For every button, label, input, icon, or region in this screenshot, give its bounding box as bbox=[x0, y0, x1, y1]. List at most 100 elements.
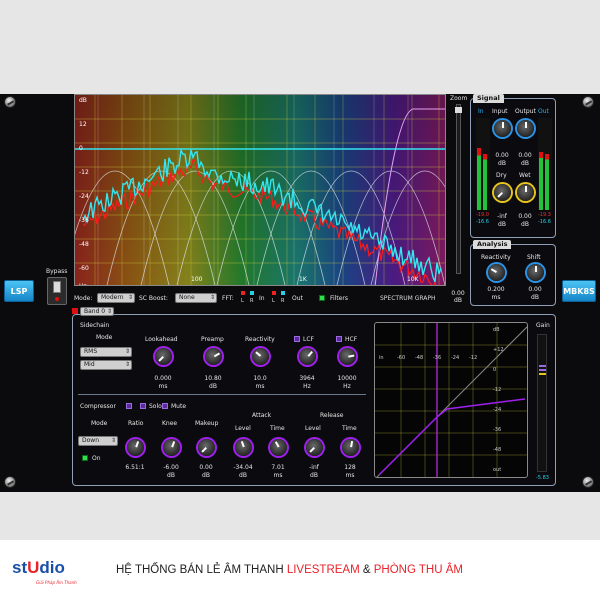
input-knob[interactable] bbox=[494, 120, 511, 137]
release-time-knob[interactable] bbox=[342, 439, 359, 456]
logo-st: st bbox=[12, 558, 28, 577]
hcf-label: HCF bbox=[345, 336, 358, 343]
compressor-enable-checkbox[interactable] bbox=[126, 403, 132, 409]
spec-y-tick: dB bbox=[79, 97, 87, 104]
lcf-checkbox[interactable] bbox=[294, 336, 300, 342]
zoom-slider[interactable] bbox=[455, 104, 462, 274]
solo-checkbox[interactable] bbox=[140, 403, 146, 409]
sidechain-label: Sidechain bbox=[80, 322, 110, 329]
spec-y-tick: 0 bbox=[79, 145, 83, 152]
fft-out-l-toggle[interactable] bbox=[272, 291, 276, 295]
spec-y-tick: -36 bbox=[79, 217, 89, 224]
analysis-shift-value: 0.00 bbox=[528, 286, 542, 293]
reactivity-value: 10.0 bbox=[253, 375, 267, 382]
attack-time-knob[interactable] bbox=[270, 439, 287, 456]
footer-slogan: HỆ THỐNG BÁN LẺ ÂM THANH LIVESTREAM & PH… bbox=[116, 564, 463, 576]
analysis-reactivity-label: Reactivity bbox=[481, 254, 511, 261]
hcf-unit: Hz bbox=[343, 383, 351, 390]
screw-icon bbox=[582, 96, 594, 108]
mode-label: Mode: bbox=[74, 295, 93, 302]
lsp-logo-button[interactable]: LSP bbox=[4, 280, 34, 302]
fft-in-l-toggle[interactable] bbox=[241, 291, 245, 295]
output-unit: dB bbox=[521, 160, 529, 167]
sc-source-select[interactable]: Mid bbox=[80, 360, 132, 370]
preamp-value: 10.80 bbox=[204, 375, 222, 382]
analysis-shift-knob[interactable] bbox=[527, 264, 544, 281]
wet-label: Wet bbox=[519, 172, 531, 179]
curve-y-tick: -12 bbox=[493, 387, 501, 393]
fft-in-label: In bbox=[259, 295, 265, 302]
attack-level-knob[interactable] bbox=[235, 439, 252, 456]
spectrum-graph[interactable]: dB 12 0 -12 -24 -36 -48 -60 Hz 100 1K 10K bbox=[74, 94, 446, 286]
hcf-knob[interactable] bbox=[339, 348, 356, 365]
spec-x-tick: 100 bbox=[191, 276, 203, 283]
compressor-label: Compressor bbox=[80, 403, 116, 410]
makeup-knob[interactable] bbox=[198, 439, 215, 456]
mode-select[interactable]: Modern bbox=[97, 293, 135, 303]
attack-level-value: -34.04 bbox=[233, 464, 253, 471]
analysis-reactivity-unit: ms bbox=[491, 294, 501, 301]
gain-meter bbox=[537, 334, 547, 472]
output-knob[interactable] bbox=[517, 120, 534, 137]
release-time-value: 128 bbox=[344, 464, 356, 471]
lookahead-knob[interactable] bbox=[155, 348, 172, 365]
fft-out-r-toggle[interactable] bbox=[281, 291, 285, 295]
lcf-value: 3964 bbox=[299, 375, 315, 382]
preamp-knob[interactable] bbox=[205, 348, 222, 365]
ratio-knob[interactable] bbox=[127, 439, 144, 456]
fft-l-label: L bbox=[272, 298, 275, 304]
plugin-id-button[interactable]: MBK8S bbox=[562, 280, 596, 302]
spec-x-tick: 1K bbox=[299, 276, 308, 283]
output-value: 0.00 bbox=[518, 152, 532, 159]
reactivity-knob[interactable] bbox=[252, 348, 269, 365]
ratio-value: 6.51:1 bbox=[125, 464, 145, 471]
dry-label: Dry bbox=[496, 172, 507, 179]
curve-x-tick: -48 bbox=[415, 355, 423, 361]
lcf-unit: Hz bbox=[303, 383, 311, 390]
curve-y-tick: out bbox=[493, 467, 501, 473]
curve-x-tick: -24 bbox=[451, 355, 459, 361]
comp-mode-select[interactable]: Down bbox=[78, 436, 118, 446]
graph-title: SPECTRUM GRAPH bbox=[380, 295, 436, 302]
dry-knob[interactable] bbox=[494, 184, 511, 201]
release-level-label: Level bbox=[305, 425, 321, 432]
spec-y-tick: Hz bbox=[79, 283, 87, 286]
logo-r: U bbox=[27, 558, 40, 577]
curve-x-tick: in bbox=[379, 355, 384, 361]
spec-y-tick: -24 bbox=[79, 193, 89, 200]
logo-tagline: Giải Pháp Âm Thanh bbox=[36, 580, 77, 585]
scboost-select[interactable]: None bbox=[175, 293, 217, 303]
filters-toggle[interactable] bbox=[319, 295, 325, 301]
filters-label: Filters bbox=[330, 295, 348, 302]
analysis-shift-unit: dB bbox=[531, 294, 539, 301]
screw-icon bbox=[4, 476, 16, 488]
on-toggle[interactable] bbox=[82, 455, 88, 461]
hcf-checkbox[interactable] bbox=[336, 336, 342, 342]
preamp-unit: dB bbox=[209, 383, 217, 390]
attack-label: Attack bbox=[252, 412, 272, 419]
curve-x-tick: -12 bbox=[469, 355, 477, 361]
makeup-value: 0.00 bbox=[199, 464, 213, 471]
analysis-reactivity-knob[interactable] bbox=[488, 264, 505, 281]
knee-value: -6.00 bbox=[163, 464, 179, 471]
band-select[interactable]: Band 0 bbox=[80, 307, 114, 316]
bypass-switch[interactable] bbox=[47, 277, 67, 305]
spec-x-tick: 10K bbox=[407, 276, 420, 283]
fft-l-label: L bbox=[241, 298, 244, 304]
footer-banner: stUdio Giải Pháp Âm Thanh HỆ THỐNG BÁN L… bbox=[0, 540, 600, 600]
output-label: Output bbox=[515, 108, 536, 115]
lcf-knob[interactable] bbox=[299, 348, 316, 365]
spec-y-tick: -12 bbox=[79, 169, 89, 176]
fft-in-r-toggle[interactable] bbox=[250, 291, 254, 295]
spec-y-tick: 12 bbox=[79, 121, 87, 128]
compression-curve-graph[interactable]: in -60 -48 -36 -24 -12 dB +12 0 -12 -24 -36 -48 out bbox=[374, 322, 528, 478]
release-level-knob[interactable] bbox=[306, 439, 323, 456]
mute-checkbox[interactable] bbox=[162, 403, 168, 409]
sc-mode-select[interactable]: RMS bbox=[80, 347, 132, 357]
wet-knob[interactable] bbox=[517, 184, 534, 201]
release-time-unit: ms bbox=[345, 472, 355, 479]
lookahead-label: Lookahead bbox=[145, 336, 178, 343]
lcf-label: LCF bbox=[303, 336, 314, 343]
knee-knob[interactable] bbox=[163, 439, 180, 456]
analysis-tab: Analysis bbox=[473, 240, 512, 249]
